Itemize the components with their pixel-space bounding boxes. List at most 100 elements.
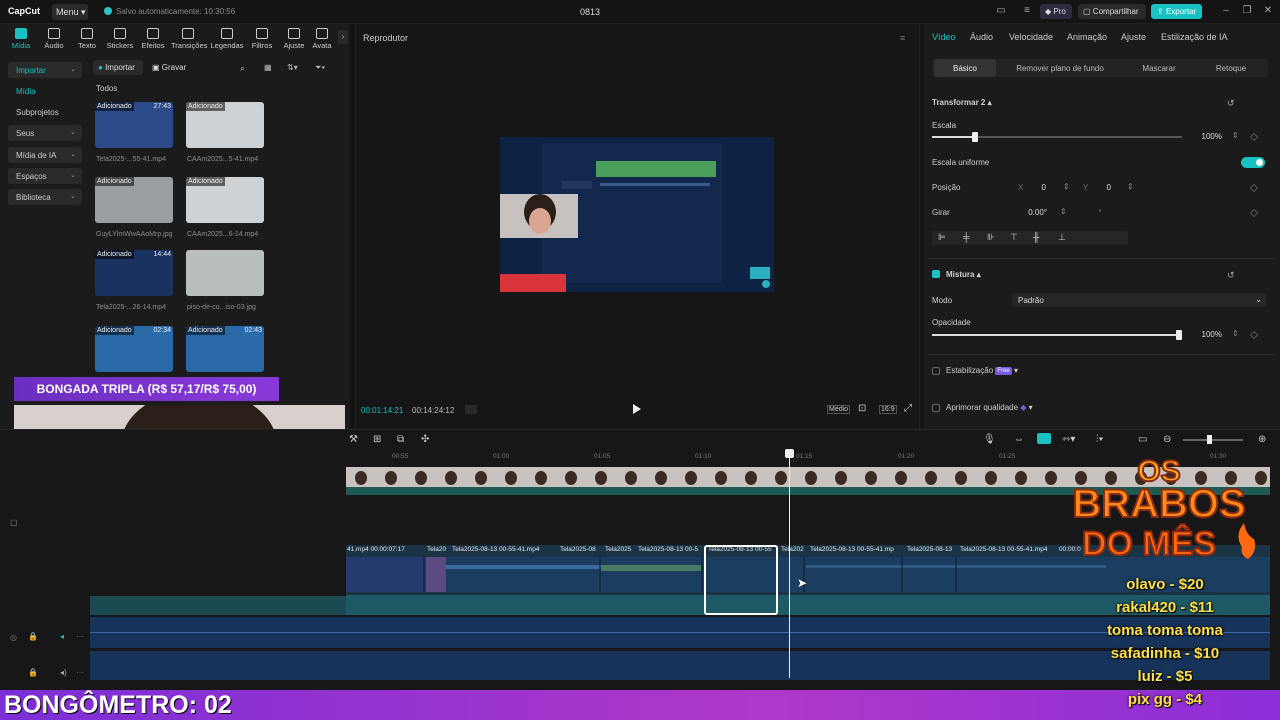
tab-avatar[interactable]: Avata <box>307 24 337 50</box>
opacity-slider-handle[interactable] <box>1176 330 1182 340</box>
close-icon[interactable]: ✕ <box>1261 5 1275 19</box>
media-thumbnail[interactable]: Adicionado 02:43 <box>186 326 264 372</box>
sidebar-item-yours[interactable]: Seus ⌄ <box>8 125 82 141</box>
filter-funnel-icon[interactable]: ⏷▾ <box>315 63 325 73</box>
layout-icon[interactable]: ▭ <box>994 5 1008 19</box>
rotate-dial-icon[interactable]: ◦ <box>1093 206 1107 218</box>
link-icon[interactable]: ⇔ <box>1014 434 1024 445</box>
freeze-icon[interactable]: ⊞ <box>373 434 381 445</box>
align-center-icon[interactable]: ╪ <box>963 232 969 242</box>
more-icon[interactable]: ⋯ <box>76 632 84 641</box>
pos-y-stepper-icon[interactable]: ⇕ <box>1127 182 1134 191</box>
rotate-input[interactable]: 0.00° <box>1015 208 1047 217</box>
blend-mode-select[interactable]: Padrão ⌄ <box>1012 293 1266 307</box>
speaker-icon[interactable]: ◂) <box>60 668 67 677</box>
align-right-icon[interactable]: ⊪ <box>987 232 995 243</box>
microphone-icon[interactable]: 🎙 <box>983 434 996 445</box>
snap-icon[interactable]: ⇿▾ <box>1062 434 1075 445</box>
align-top-icon[interactable]: ⊤ <box>1010 232 1018 243</box>
stabilize-checkbox[interactable] <box>932 367 940 375</box>
export-button[interactable]: ⇪ Exportar <box>1151 4 1202 19</box>
uniform-scale-toggle[interactable] <box>1241 157 1265 168</box>
tab-text[interactable]: Texto <box>70 24 104 50</box>
maximize-icon[interactable]: ❐ <box>1240 5 1254 19</box>
tab-audio[interactable]: Áudio <box>37 24 71 50</box>
tab-video[interactable]: Vídeo <box>932 32 956 42</box>
scale-slider-handle[interactable] <box>971 132 978 142</box>
zoom-out-icon[interactable]: ⊖ <box>1163 434 1171 445</box>
list-icon[interactable]: ≡ <box>1020 5 1034 19</box>
quality-button[interactable]: Médio <box>827 405 851 414</box>
selected-clip[interactable] <box>704 545 778 615</box>
tab-captions[interactable]: Legendas <box>210 24 244 50</box>
tab-adjust[interactable]: Ajuste <box>277 24 311 50</box>
rotate-stepper-icon[interactable]: ⇕ <box>1060 207 1067 216</box>
zoom-slider-track[interactable] <box>1183 439 1243 441</box>
tab-ai-style[interactable]: Estilização de IA <box>1161 32 1228 42</box>
align-middle-icon[interactable]: ╫ <box>1033 232 1039 242</box>
tab-effects[interactable]: Efeitos <box>136 24 170 50</box>
sidebar-item-media[interactable]: Mídia <box>8 83 82 99</box>
timeline-scrub-icon[interactable] <box>465 405 477 414</box>
grid-view-icon[interactable]: ▦ <box>264 63 272 72</box>
reset-icon[interactable]: ↺ <box>1227 98 1235 109</box>
magnet-icon[interactable] <box>1037 433 1051 444</box>
zoom-slider-handle[interactable] <box>1207 435 1212 444</box>
track-lock-icon[interactable]: ▢ <box>10 518 22 529</box>
sidebar-item-library[interactable]: Biblioteca ⌄ <box>8 189 82 205</box>
media-thumbnail[interactable]: Adicionado <box>186 177 264 223</box>
scale-value[interactable]: 100% <box>1190 132 1222 141</box>
subtab-mask[interactable]: Mascarar <box>1127 59 1191 77</box>
tab-transitions[interactable]: Transições <box>171 24 207 50</box>
ratio-button[interactable]: 16:9 <box>879 405 897 414</box>
media-thumbnail[interactable]: Adicionado <box>95 177 173 223</box>
more-icon[interactable]: ⋯ <box>76 668 84 677</box>
minimize-icon[interactable]: – <box>1219 5 1233 19</box>
subtab-remove-bg[interactable]: Remover plano de fundo <box>1007 59 1113 77</box>
split-icon[interactable]: ⫶▾ <box>1096 434 1103 445</box>
stabilize-title[interactable]: Estabilização Free ▾ <box>946 366 1018 375</box>
search-icon[interactable]: ⌕ <box>240 63 245 74</box>
magic-edit-icon[interactable]: ⚒ <box>349 434 358 445</box>
snapshot-icon[interactable]: ⊡ <box>858 403 866 414</box>
tab-media[interactable]: Mídia <box>4 24 38 50</box>
tab-audio-props[interactable]: Áudio <box>970 32 993 42</box>
subtab-retouch[interactable]: Retoque <box>1200 59 1262 77</box>
align-bottom-icon[interactable]: ⊥ <box>1058 232 1066 243</box>
tab-filters[interactable]: Filtros <box>245 24 279 50</box>
auto-reframe-icon[interactable]: ✣ <box>421 434 429 445</box>
chevron-right-icon[interactable]: › <box>338 30 348 44</box>
sort-icon[interactable]: ⇅▾ <box>287 63 298 72</box>
quality-checkbox[interactable] <box>932 404 940 412</box>
eye-icon[interactable]: ◎ <box>10 633 17 642</box>
lock-icon[interactable]: 🔒 <box>28 632 38 641</box>
stepper-icon[interactable]: ⇕ <box>1232 329 1239 338</box>
media-thumbnail[interactable] <box>186 250 264 296</box>
media-thumbnail[interactable]: Adicionado <box>186 102 264 148</box>
tab-animation[interactable]: Animação <box>1067 32 1107 42</box>
audio-icon[interactable]: ◂ <box>60 632 64 641</box>
record-button[interactable]: ▣ Gravar <box>147 60 189 75</box>
pro-button[interactable]: ◆ Pro <box>1040 4 1072 19</box>
playhead-handle[interactable] <box>785 449 794 458</box>
share-button[interactable]: ▢ Compartilhar <box>1078 4 1146 19</box>
reset-icon[interactable]: ↺ <box>1227 270 1235 281</box>
transform-title[interactable]: Transformar 2 ▴ <box>932 98 992 107</box>
project-title[interactable]: 0813 <box>570 7 610 17</box>
preview-axis-icon[interactable]: ▭ <box>1138 434 1147 445</box>
enhance-quality-title[interactable]: Aprimorar qualidade ◆ ▾ <box>946 403 1033 412</box>
sidebar-item-spaces[interactable]: Espaços ⌄ <box>8 168 82 184</box>
media-thumbnail[interactable]: Adicionado 14:44 <box>95 250 173 296</box>
align-left-icon[interactable]: ⊫ <box>938 232 946 243</box>
sidebar-item-subprojects[interactable]: Subprojetos <box>8 104 82 120</box>
sidebar-item-ai-media[interactable]: Mídia de IA ⌄ <box>8 147 82 163</box>
sidebar-item-import[interactable]: Importar ⌄ <box>8 62 82 78</box>
tab-speed[interactable]: Velocidade <box>1009 32 1053 42</box>
stepper-icon[interactable]: ⇕ <box>1232 131 1239 140</box>
playhead[interactable] <box>789 452 790 678</box>
subtab-basic[interactable]: Básico <box>934 59 996 77</box>
pos-x-input[interactable]: 0 <box>1030 183 1046 192</box>
mirror-icon[interactable]: ⧉ <box>397 434 404 445</box>
tab-adjust-props[interactable]: Ajuste <box>1121 32 1146 42</box>
menu-button[interactable]: Menu ▾ <box>52 4 88 20</box>
